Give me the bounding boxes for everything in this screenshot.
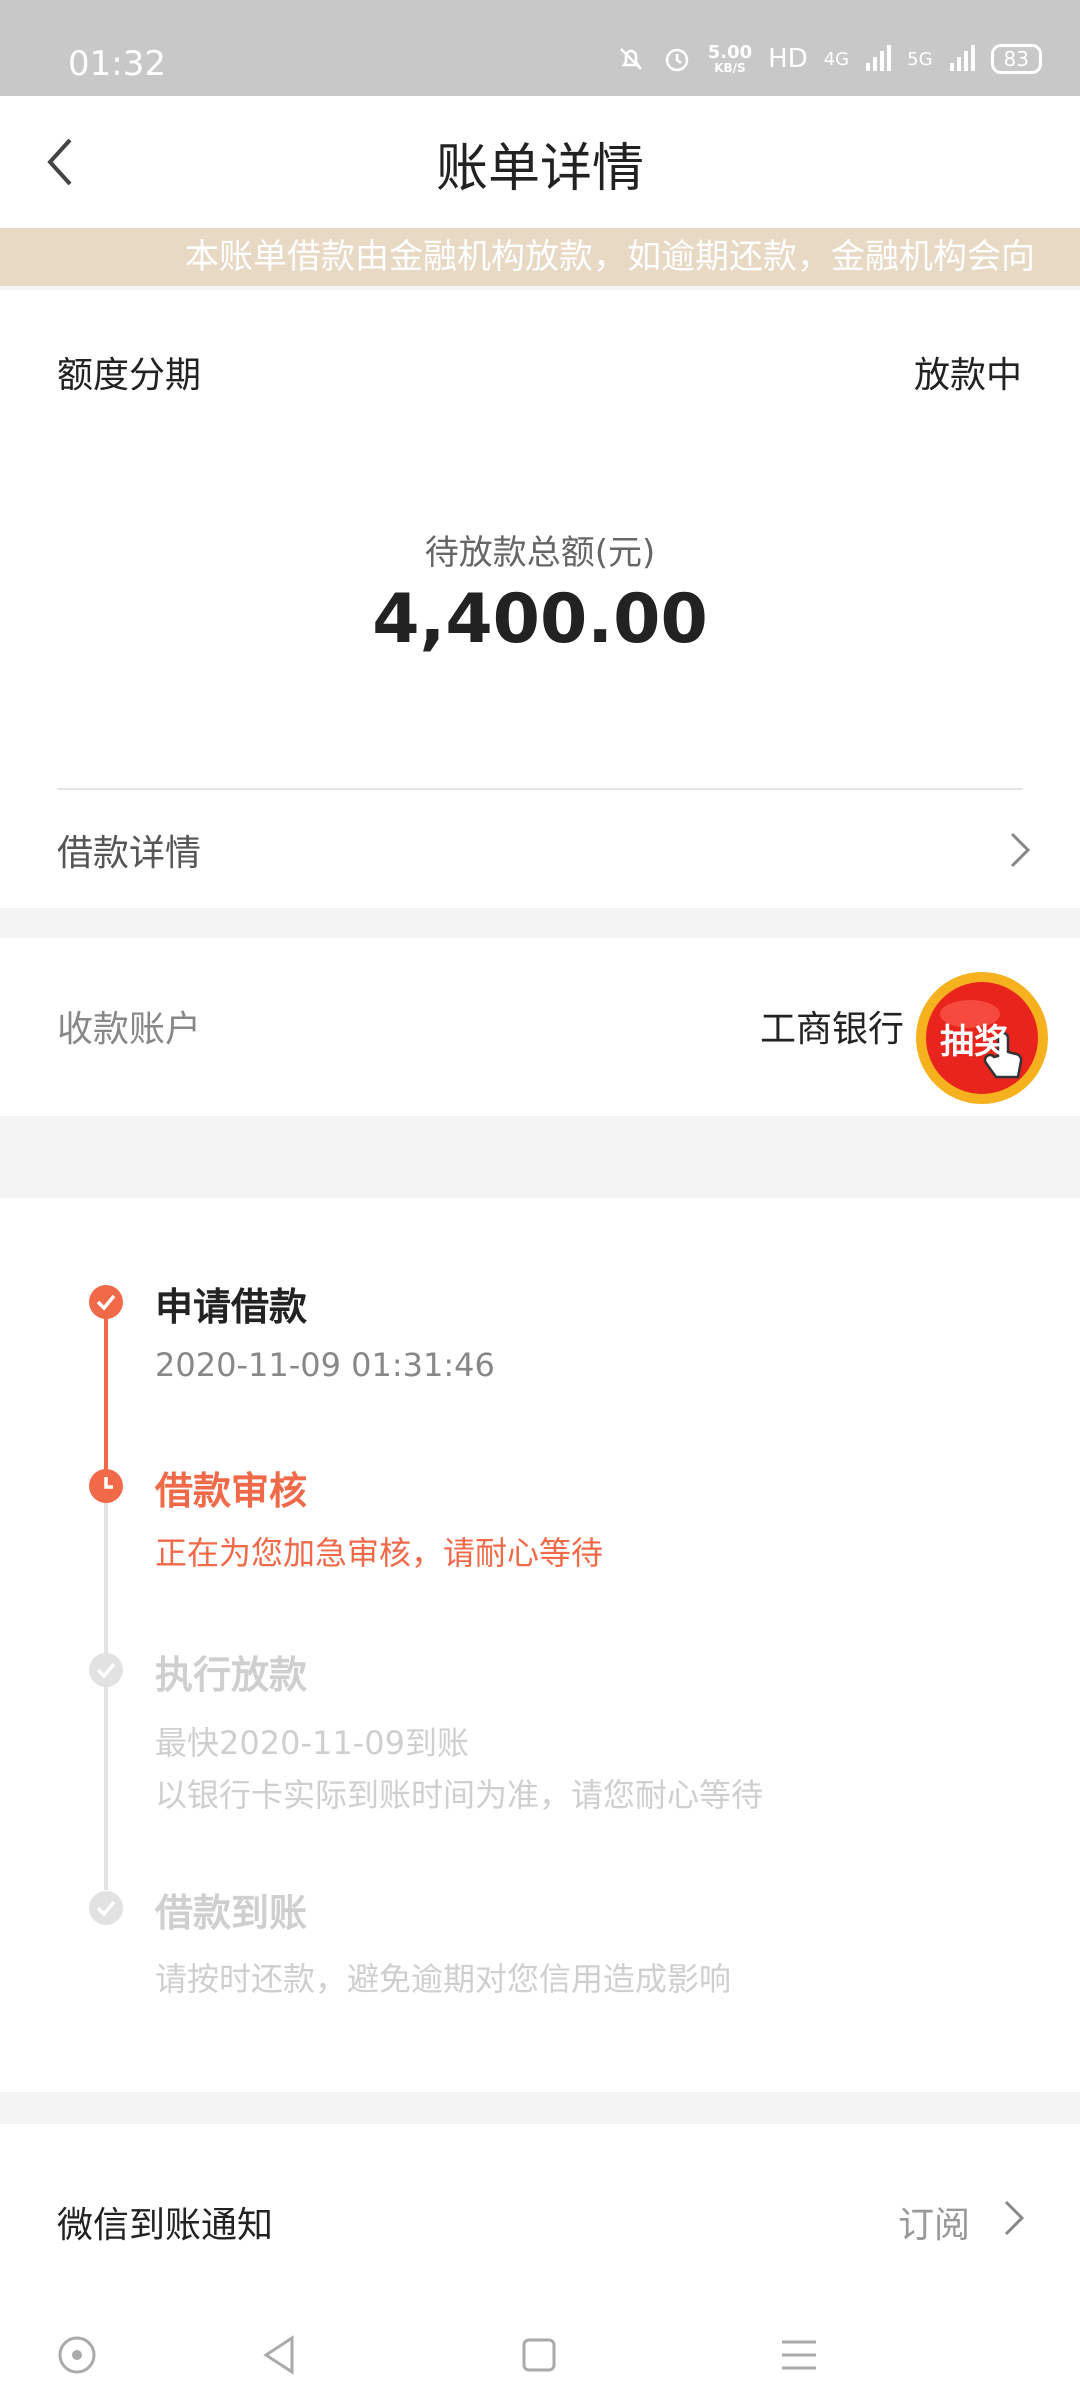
progress-timeline-card: 申请借款 2020-11-09 01:31:46 借款审核 正在为您加急审核，请…	[0, 1198, 1080, 2092]
navigation-bar: 账单详情	[0, 96, 1080, 228]
timeline-step-detail: 以银行卡实际到账时间为准，请您耐心等待	[155, 1776, 764, 1814]
status-bar: 01:32 5.00 KB/S HD 4G 5G 83	[0, 0, 1080, 96]
timeline-step-detail: 最快2020-11-09到账	[155, 1724, 469, 1762]
loan-status: 放款中	[913, 355, 1022, 396]
subscribe-link[interactable]: 订阅	[898, 2196, 970, 2248]
wechat-notify-row[interactable]: 微信到账通知 订阅	[0, 2124, 1080, 2310]
alarm-icon	[662, 44, 692, 74]
notice-text: 本账单借款由金融机构放款，如逾期还款，金融机构会向	[185, 237, 1035, 277]
home-square-icon[interactable]	[514, 2330, 564, 2380]
signal-icon	[865, 45, 892, 73]
wechat-notify-label: 微信到账通知	[57, 2205, 274, 2246]
clock-circle-icon	[89, 1469, 123, 1503]
loan-detail-row[interactable]: 借款详情	[0, 790, 1080, 908]
network-4g-label: 4G	[823, 48, 850, 70]
chevron-right-icon	[1010, 832, 1031, 868]
check-circle-icon	[89, 1285, 123, 1319]
speed-unit: KB/S	[714, 61, 746, 75]
signal-icon-2	[949, 45, 975, 73]
timeline-step-detail: 2020-11-09 01:31:46	[155, 1346, 495, 1384]
hd-label: HD	[768, 44, 808, 74]
lottery-button[interactable]: 抽奖	[912, 968, 1052, 1108]
amount-value: 4,400.00	[372, 580, 708, 659]
speed-value: 5.00	[707, 42, 753, 63]
timeline-step-detail: 正在为您加急审核，请耐心等待	[155, 1534, 604, 1572]
mute-bell-icon	[616, 44, 646, 74]
timeline-step-title: 借款审核	[155, 1469, 308, 1513]
network-speed: 5.00 KB/S	[707, 42, 753, 75]
timeline-line-pending	[104, 1486, 108, 1890]
amount-label: 待放款总额(元)	[424, 533, 656, 573]
timeline-step-title: 申请借款	[155, 1285, 308, 1329]
lottery-label: 抽奖	[940, 1022, 1008, 1062]
loan-detail-label: 借款详情	[57, 833, 202, 874]
status-icons: 5.00 KB/S HD 4G 5G 83	[616, 44, 1042, 74]
account-label: 收款账户	[57, 1009, 202, 1050]
notice-banner: 本账单借款由金融机构放款，如逾期还款，金融机构会向	[0, 228, 1080, 286]
timeline-step-detail: 请按时还款，避免逾期对您信用造成影响	[155, 1960, 732, 1998]
check-circle-icon-muted	[89, 1653, 123, 1687]
status-time: 01:32	[68, 44, 166, 84]
menu-lines-icon[interactable]	[774, 2330, 824, 2380]
battery-indicator: 83	[990, 44, 1042, 74]
system-navigation-bar	[0, 2310, 1080, 2400]
receiving-account-card: 收款账户 工商银行 抽奖	[0, 938, 1080, 1116]
chevron-right-icon	[1004, 2200, 1025, 2236]
timeline-step-title: 借款到账	[155, 1891, 308, 1935]
check-circle-icon-muted	[89, 1891, 123, 1925]
back-triangle-icon[interactable]	[254, 2330, 304, 2380]
network-5g-label: 5G	[907, 48, 933, 70]
loan-summary-card: 额度分期 放款中 待放款总额(元) 4,400.00 借款详情	[0, 290, 1080, 908]
account-bank: 工商银行	[759, 1009, 904, 1050]
timeline-line-done	[104, 1302, 108, 1486]
page-title: 账单详情	[435, 139, 644, 199]
loan-type: 额度分期	[57, 355, 202, 396]
assistant-icon[interactable]	[52, 2330, 102, 2380]
timeline-step-title: 执行放款	[155, 1653, 308, 1697]
